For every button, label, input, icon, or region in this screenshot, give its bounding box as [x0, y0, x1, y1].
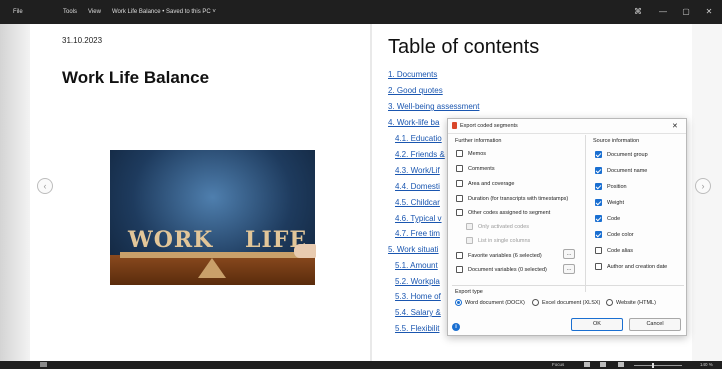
export-html-label: Website (HTML) — [616, 300, 656, 306]
position-checkbox[interactable] — [595, 183, 602, 190]
toc-link[interactable]: 5.3. Home of — [395, 292, 441, 301]
toc-link[interactable]: 2. Good quotes — [388, 86, 443, 95]
single-columns-label: List in single columns — [478, 238, 531, 244]
toc-link[interactable]: 3. Well-being assessment — [388, 102, 479, 111]
other-codes-checkbox[interactable] — [456, 209, 463, 216]
dialog-header: Export coded segments ✕ — [448, 119, 686, 134]
export-docx-radio[interactable] — [455, 299, 462, 306]
document-variables-more-button[interactable]: ... — [563, 264, 575, 274]
code-color-label: Code color — [607, 232, 634, 238]
previous-page-button[interactable]: ‹ — [37, 178, 53, 194]
export-html-radio[interactable] — [606, 299, 613, 306]
single-columns-checkbox[interactable] — [466, 237, 473, 244]
export-docx-label: Word document (DOCX) — [465, 300, 525, 306]
close-icon[interactable]: ✕ — [672, 122, 678, 130]
layout-icon[interactable] — [600, 362, 606, 367]
info-icon[interactable]: i — [452, 323, 460, 331]
document-title[interactable]: Work Life Balance • Saved to this PC ˅ — [112, 9, 216, 15]
other-codes-label: Other codes assigned to segment — [468, 210, 551, 216]
toc-link[interactable]: 4.1. Educatio — [395, 134, 442, 143]
menu-tools[interactable]: Tools — [63, 9, 77, 15]
left-margin — [0, 24, 30, 361]
status-bar: Focus 140 % — [0, 361, 722, 369]
author-creation-date-label: Author and creation date — [607, 264, 668, 270]
page-title: Work Life Balance — [62, 68, 210, 87]
layout-icon[interactable] — [618, 362, 624, 367]
section-divider — [452, 285, 684, 286]
memos-checkbox[interactable] — [456, 150, 463, 157]
area-coverage-label: Area and coverage — [468, 181, 515, 187]
dialog-title: Export coded segments — [460, 123, 518, 129]
zoom-level[interactable]: 140 % — [700, 362, 713, 367]
export-xlsx-radio[interactable] — [532, 299, 539, 306]
comments-label: Comments — [468, 166, 495, 172]
document-name-checkbox[interactable] — [595, 167, 602, 174]
favorite-variables-checkbox[interactable] — [456, 252, 463, 259]
comments-checkbox[interactable] — [456, 165, 463, 172]
duration-label: Duration (for transcripts with timestamp… — [468, 196, 569, 202]
only-activated-codes-checkbox[interactable] — [466, 223, 473, 230]
toc-link[interactable]: 5.2. Workpla — [395, 277, 440, 286]
toc-link[interactable]: 4.6. Typical v — [395, 214, 442, 223]
column-divider — [585, 135, 586, 292]
toc-link[interactable]: 1. Documents — [388, 70, 437, 79]
toc-link[interactable]: 5.5. Flexibilit — [395, 324, 439, 333]
author-creation-date-checkbox[interactable] — [595, 263, 602, 270]
document-group-label: Document group — [607, 152, 648, 158]
focus-button[interactable]: Focus — [552, 362, 564, 367]
cover-balance-fulcrum — [198, 258, 226, 278]
favorite-variables-label: Favorite variables (6 selected) — [468, 253, 542, 259]
page-icon — [40, 362, 47, 367]
maximize-button[interactable]: ▢ — [679, 5, 693, 19]
layout-icon[interactable] — [584, 362, 590, 367]
toc-link[interactable]: 4.2. Friends & — [395, 150, 445, 159]
export-xlsx-label: Excel document (XLSX) — [542, 300, 601, 306]
document-date: 31.10.2023 — [62, 36, 103, 45]
document-name-label: Document name — [607, 168, 648, 174]
document-variables-label: Document variables (0 selected) — [468, 267, 547, 273]
menu-file[interactable]: File — [13, 9, 23, 15]
area-coverage-checkbox[interactable] — [456, 180, 463, 187]
export-coded-segments-dialog: Export coded segments ✕ Further informat… — [447, 118, 687, 336]
source-information-heading: Source information — [593, 138, 640, 144]
code-alias-checkbox[interactable] — [595, 247, 602, 254]
ok-button[interactable]: OK — [571, 318, 623, 331]
duration-checkbox[interactable] — [456, 195, 463, 202]
minimize-button[interactable]: — — [656, 5, 670, 19]
weight-label: Weight — [607, 200, 625, 206]
toc-link[interactable]: 4.5. Childcar — [395, 198, 440, 207]
further-information-heading: Further information — [455, 138, 502, 144]
code-label: Code — [607, 216, 621, 222]
menu-view[interactable]: View — [88, 9, 101, 15]
toc-link[interactable]: 5.1. Amount — [395, 261, 438, 270]
code-alias-label: Code alias — [607, 248, 633, 254]
memos-label: Memos — [468, 151, 487, 157]
zoom-slider-handle[interactable] — [652, 363, 654, 368]
weight-checkbox[interactable] — [595, 199, 602, 206]
toc-heading: Table of contents — [388, 36, 540, 58]
code-color-checkbox[interactable] — [595, 231, 602, 238]
focus-mode-icon[interactable]: ⌘ — [631, 5, 645, 19]
cover-hand — [294, 244, 316, 258]
document-group-checkbox[interactable] — [595, 151, 602, 158]
app-icon — [452, 122, 457, 129]
cancel-button[interactable]: Cancel — [629, 318, 681, 331]
cover-word-work: WORK — [128, 227, 214, 253]
code-checkbox[interactable] — [595, 215, 602, 222]
toc-link[interactable]: 4. Work-life ba — [388, 118, 439, 127]
toc-link[interactable]: 5.4. Salary & — [395, 308, 441, 317]
close-window-button[interactable]: ✕ — [702, 5, 716, 19]
favorite-variables-more-button[interactable]: ... — [563, 249, 575, 259]
toc-link[interactable]: 4.4. Domesti — [395, 182, 440, 191]
position-label: Position — [607, 184, 627, 190]
export-type-heading: Export type — [455, 289, 483, 295]
title-bar: File Tools View Work Life Balance • Save… — [0, 0, 722, 24]
next-page-button[interactable]: › — [695, 178, 711, 194]
toc-link[interactable]: 4.7. Free tim — [395, 229, 440, 238]
toc-link[interactable]: 5. Work situati — [388, 245, 439, 254]
document-variables-checkbox[interactable] — [456, 266, 463, 273]
toc-link[interactable]: 4.3. Work/Lif — [395, 166, 440, 175]
only-activated-codes-label: Only activated codes — [478, 224, 530, 230]
zoom-slider[interactable] — [634, 365, 682, 366]
